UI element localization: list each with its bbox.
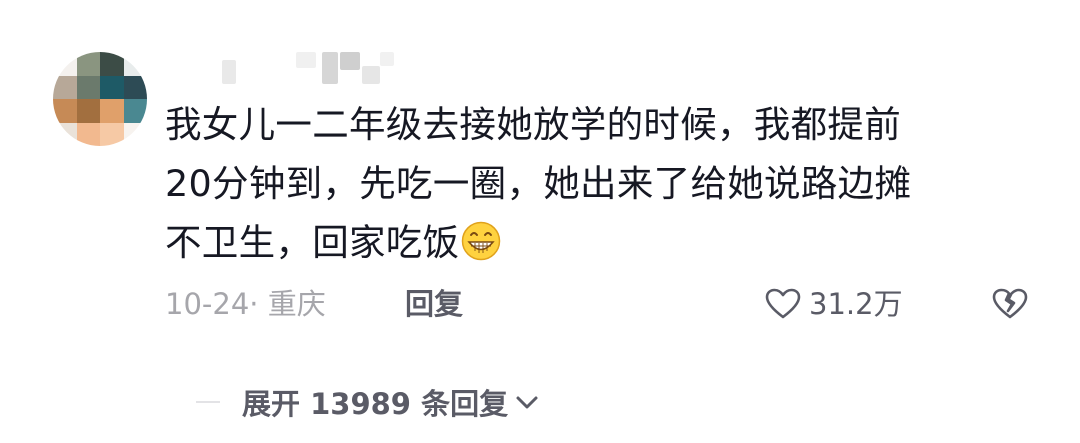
reply-button[interactable]: 回复	[405, 282, 463, 326]
like-count: 31.2万	[809, 287, 903, 321]
expand-replies-label: 展开 13989 条回复	[242, 387, 509, 421]
grinning-face-icon	[462, 221, 501, 261]
date-location: 10-24· 重庆	[165, 287, 326, 321]
comment-meta: 10-24· 重庆 回复 31.2万	[165, 282, 1045, 326]
username-blurred[interactable]	[222, 52, 397, 84]
chevron-down-icon	[516, 396, 538, 409]
like-button[interactable]: 31.2万	[765, 282, 903, 326]
avatar[interactable]	[53, 52, 147, 146]
comment-line: 20分钟到，先吃一圈，她出来了给她说路边摊	[165, 162, 912, 205]
comment-line: 不卫生，回家吃饭	[165, 213, 1045, 272]
expand-replies-button[interactable]: 展开 13989 条回复	[196, 380, 540, 424]
heart-icon	[765, 288, 801, 319]
divider	[196, 401, 220, 403]
comment-line: 我女儿一二年级去接她放学的时候，我都提前	[165, 103, 901, 146]
broken-heart-icon[interactable]	[992, 288, 1028, 320]
comment-text: 我女儿一二年级去接她放学的时候，我都提前 20分钟到，先吃一圈，她出来了给她说路…	[165, 95, 1045, 272]
